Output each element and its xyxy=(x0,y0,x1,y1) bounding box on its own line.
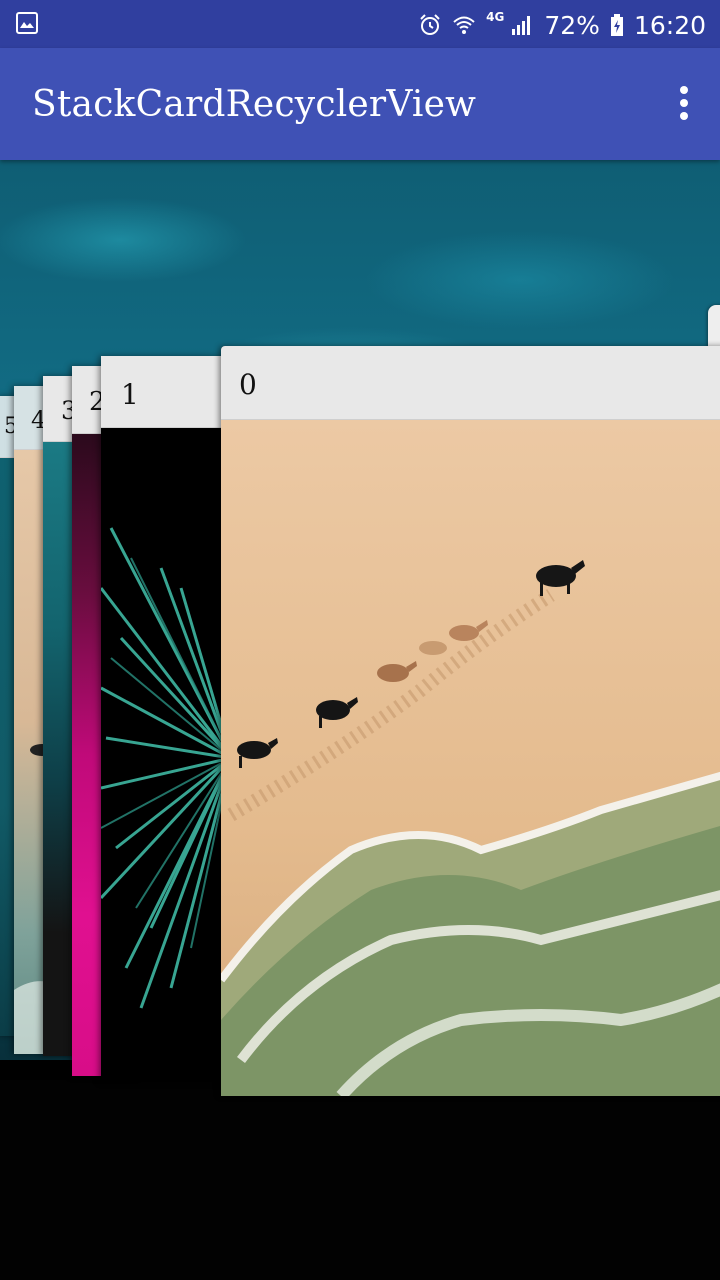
overflow-menu-icon[interactable] xyxy=(678,86,690,120)
background-dark-area xyxy=(0,1080,720,1280)
card-label: 1 xyxy=(101,356,231,428)
battery-charging-icon xyxy=(610,14,623,36)
app-title: StackCardRecyclerView xyxy=(32,84,477,125)
card-image xyxy=(101,428,231,1082)
card-image xyxy=(221,420,720,1096)
gallery-notification-icon xyxy=(16,12,38,34)
status-icons: 4G 72% 16:20 xyxy=(418,8,706,42)
stack-card-recycler-view[interactable]: 5 4 3 2 1 0 xyxy=(0,160,720,1280)
clock: 16:20 xyxy=(633,10,706,40)
battery-percent: 72% xyxy=(544,10,600,40)
signal-icon xyxy=(512,16,531,35)
alarm-icon xyxy=(420,14,440,35)
network-type: 4G xyxy=(486,10,505,24)
stack-card-1[interactable]: 1 xyxy=(101,356,231,1082)
card-label: 0 xyxy=(221,346,720,420)
app-bar: StackCardRecyclerView xyxy=(0,48,720,160)
wifi-icon xyxy=(453,16,475,34)
stack-card-0[interactable]: 0 xyxy=(221,346,720,1096)
status-bar: 4G 72% 16:20 xyxy=(0,0,720,48)
